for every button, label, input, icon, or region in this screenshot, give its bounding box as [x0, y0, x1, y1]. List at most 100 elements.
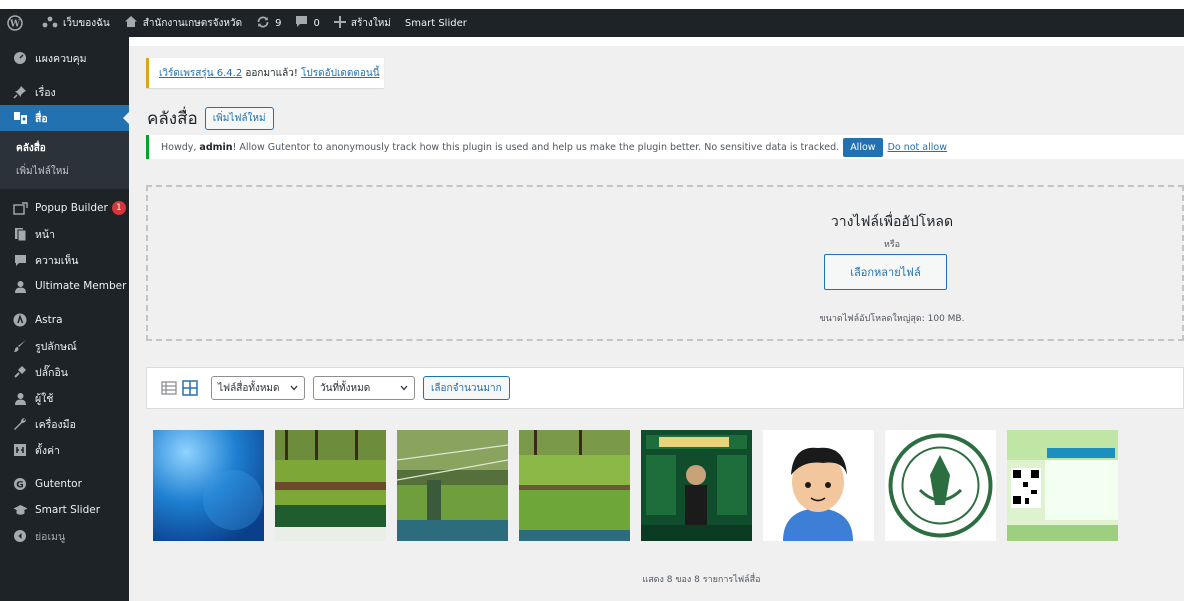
bulk-select-button[interactable]: เลือกจำนวนมาก	[423, 376, 510, 400]
svg-text:G: G	[16, 481, 23, 491]
update-notice-text: ออกมาแล้ว!	[242, 67, 302, 79]
media-thumbnail-qr-announcement[interactable]	[1007, 430, 1118, 541]
pages-icon	[12, 226, 28, 242]
menu-pages-label: หน้า	[35, 228, 55, 241]
media-submenu: คลังสื่อ เพิ่มไฟล์ใหม่	[0, 131, 129, 189]
menu-smart-slider-label: Smart Slider	[35, 504, 101, 516]
upload-or: หรือ	[883, 240, 901, 250]
update-notice: เวิร์ดเพรสรุ่น 6.4.2 ออกมาแล้ว! โปรดอัปเ…	[146, 58, 384, 88]
admin-sidebar: แผงควบคุม เรื่อง สื่อ คลังสื่อ เพิ่มไฟล์…	[0, 37, 129, 601]
submenu-add-new[interactable]: เพิ่มไฟล์ใหม่	[0, 160, 129, 183]
media-thumbnail-avatar-illustration[interactable]	[763, 430, 874, 541]
menu-settings-label: ตั้งค่า	[35, 444, 60, 457]
settings-icon	[12, 442, 28, 458]
plus-icon	[333, 15, 351, 31]
menu-appearance-label: รูปลักษณ์	[35, 340, 77, 353]
filter-date-value: วันที่ทั้งหมด	[320, 382, 371, 394]
menu-popup-builder[interactable]: Popup Builder 1	[0, 195, 129, 221]
gutentor-icon: G	[12, 476, 28, 492]
gutentor-notice-message: ! Allow Gutentor to anonymously track ho…	[232, 141, 840, 153]
chevron-down-icon	[290, 383, 298, 394]
menu-comments[interactable]: ความเห็น	[0, 247, 129, 273]
upload-dropzone[interactable]: วางไฟล์เพื่ออัปโหลด หรือ เลือกหลายไฟล์ ข…	[146, 185, 1184, 341]
menu-media[interactable]: สื่อ	[0, 105, 129, 131]
filter-type-select[interactable]: ไฟล์สื่อทั้งหมด	[211, 376, 305, 400]
upload-max-size: ขนาดไฟล์อัปโหลดใหญ่สุด: 100 MB.	[819, 314, 965, 324]
media-thumbnail-official-poster[interactable]	[641, 430, 752, 541]
menu-tools[interactable]: เครื่องมือ	[0, 411, 129, 437]
pushpin-icon	[12, 84, 28, 100]
updates-count: 9	[275, 17, 282, 29]
select-files-button[interactable]: เลือกหลายไฟล์	[824, 254, 947, 290]
menu-tools-label: เครื่องมือ	[35, 418, 76, 431]
svg-text:W: W	[9, 20, 21, 30]
grid-view-icon[interactable]	[182, 380, 198, 396]
menu-popup-label: Popup Builder	[35, 202, 108, 214]
menu-users[interactable]: ผู้ใช้	[0, 385, 129, 411]
comments-count: 0	[313, 17, 320, 29]
plugin-icon	[12, 364, 28, 380]
main-content: เวิร์ดเพรสรุ่น 6.4.2 ออกมาแล้ว! โปรดอัปเ…	[129, 37, 1184, 601]
list-view-icon[interactable]	[161, 380, 177, 396]
admin-bar-office[interactable]: สำนักงานเกษตรจังหวัด	[117, 9, 249, 37]
menu-appearance[interactable]: รูปลักษณ์	[0, 333, 129, 359]
admin-bar-site[interactable]: เว็บของฉัน	[35, 9, 117, 37]
menu-astra[interactable]: Astra	[0, 307, 129, 333]
page-header: คลังสื่อ เพิ่มไฟล์ใหม่	[147, 105, 274, 132]
menu-dashboard-label: แผงควบคุม	[35, 52, 87, 65]
admin-bar-smart-slider[interactable]: Smart Slider	[398, 9, 474, 37]
menu-smart-slider[interactable]: Smart Slider	[0, 497, 129, 523]
media-count-text: แสดง 8 ของ 8 รายการไฟล์สื่อ	[642, 575, 761, 585]
filter-date-select[interactable]: วันที่ทั้งหมด	[313, 376, 415, 400]
menu-collapse-label: ย่อเมนู	[35, 530, 66, 543]
graduation-cap-icon	[12, 502, 28, 518]
network-icon	[42, 16, 63, 31]
home-icon	[124, 15, 143, 31]
menu-gutentor-label: Gutentor	[35, 478, 82, 490]
menu-astra-label: Astra	[35, 314, 63, 326]
submenu-library[interactable]: คลังสื่อ	[0, 137, 129, 160]
admin-bar-new[interactable]: สร้างใหม่	[327, 9, 398, 37]
menu-dashboard[interactable]: แผงควบคุม	[0, 45, 129, 71]
menu-posts[interactable]: เรื่อง	[0, 79, 129, 105]
update-now-link[interactable]: โปรดอัปเดตตอนนี้	[301, 66, 380, 81]
users-icon	[12, 390, 28, 406]
paintbrush-icon	[12, 338, 28, 354]
comments-icon	[12, 252, 28, 268]
admin-bar-comments[interactable]: 0	[288, 9, 326, 37]
admin-bar-updates[interactable]: 9	[249, 9, 288, 37]
menu-pages[interactable]: หน้า	[0, 221, 129, 247]
menu-collapse[interactable]: ย่อเมนู	[0, 523, 129, 549]
updates-icon	[256, 15, 275, 32]
menu-users-label: ผู้ใช้	[35, 392, 54, 405]
menu-plugins-label: ปลั๊กอิน	[35, 366, 68, 379]
add-new-media-button[interactable]: เพิ่มไฟล์ใหม่	[204, 107, 274, 130]
menu-media-label: สื่อ	[35, 112, 48, 125]
media-grid	[153, 430, 1129, 541]
media-thumbnail-vegetable-plot[interactable]	[275, 430, 386, 541]
media-thumbnail-seedlings[interactable]	[519, 430, 630, 541]
user-icon	[12, 278, 28, 294]
new-label: สร้างใหม่	[350, 17, 391, 29]
wrench-icon	[12, 416, 28, 432]
wordpress-logo-icon[interactable]: W	[0, 9, 35, 37]
dashboard-icon	[12, 50, 28, 66]
wordpress-version-link[interactable]: เวิร์ดเพรสรุ่น 6.4.2	[159, 66, 242, 81]
media-toolbar: ไฟล์สื่อทั้งหมด วันที่ทั้งหมด เลือกจำนวน…	[146, 367, 1184, 409]
chevron-down-icon	[400, 383, 408, 394]
allow-tracking-button[interactable]: Allow	[843, 137, 883, 157]
media-thumbnail-greenhouse[interactable]	[397, 430, 508, 541]
popup-badge: 1	[111, 201, 126, 215]
deny-tracking-link[interactable]: Do not allow	[888, 142, 947, 153]
menu-settings[interactable]: ตั้งค่า	[0, 437, 129, 463]
gutentor-tracking-notice: Howdy, admin ! Allow Gutentor to anonymo…	[146, 135, 1184, 159]
menu-gutentor[interactable]: G Gutentor	[0, 471, 129, 497]
media-thumbnail-blue-background[interactable]	[153, 430, 264, 541]
collapse-icon	[12, 528, 28, 544]
upload-title: วางไฟล์เพื่ออัปโหลด	[830, 214, 954, 230]
menu-ultimate-member[interactable]: Ultimate Member	[0, 273, 129, 299]
media-icon	[12, 110, 28, 126]
media-thumbnail-emblem-seal[interactable]	[885, 430, 996, 541]
site-name: เว็บของฉัน	[63, 17, 110, 29]
menu-plugins[interactable]: ปลั๊กอิน	[0, 359, 129, 385]
